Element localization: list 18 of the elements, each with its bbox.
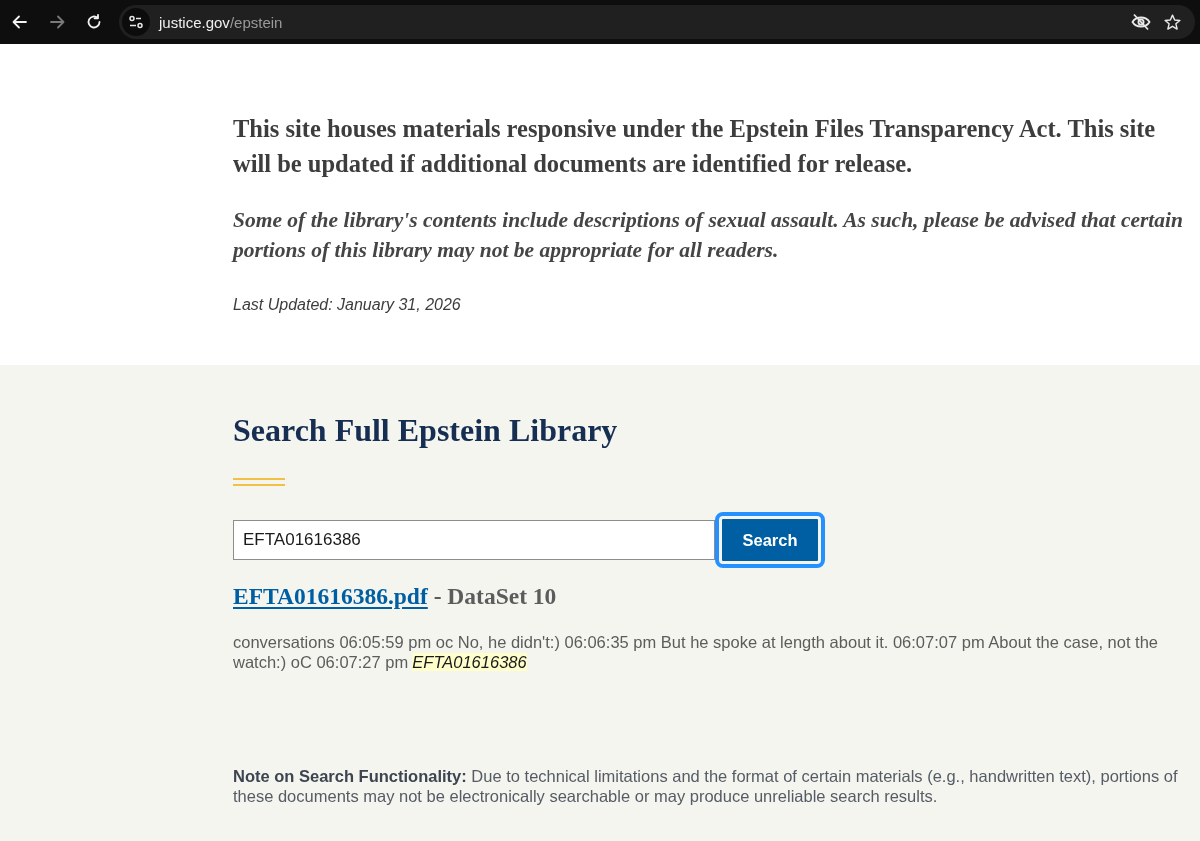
search-note-text: Note on Search Functionality: Due to technical limitations and the format of certain materials (e.g., handwritten text), portions of these documents may not be electronically searchable or may produce unreliable search results.: [233, 767, 1179, 806]
site-settings-icon[interactable]: [122, 8, 150, 36]
result-file-link[interactable]: EFTA01616386.pdf: [233, 583, 428, 609]
last-updated-text: Last Updated: January 31, 2026: [233, 295, 462, 315]
back-arrow-icon[interactable]: [11, 13, 29, 31]
accent-double-rule: [233, 478, 285, 486]
eye-off-icon[interactable]: [1131, 13, 1151, 31]
search-button[interactable]: Search: [715, 512, 825, 568]
advisory-text: Some of the library's contents include descriptions of sexual assault. As such, please be advised that certain portions of this library may not be appropriate for all readers.: [233, 207, 1185, 264]
url-text[interactable]: justice.gov/epstein: [159, 13, 283, 31]
reload-icon[interactable]: [85, 13, 103, 31]
dataset-label: - DataSet 10: [433, 583, 557, 609]
star-icon[interactable]: [1164, 13, 1181, 31]
statement-text: This site houses materials responsive under the Epstein Files Transparency Act. This site will be updated if additional documents are identified for release.: [233, 114, 1157, 179]
search-field[interactable]: EFTA01616386: [233, 520, 715, 560]
result-snippet: conversations 06:05:59 pm oc No, he didn't:) 06:06:35 pm But he spoke at length about it. 06:07:07 pm About the case, not the watch:) oC 06:07:27 pm EFTA01616386: [233, 632, 1159, 672]
section-title: Search Full Epstein Library: [233, 411, 619, 450]
address-bar[interactable]: justice.gov/epstein: [119, 5, 1195, 39]
